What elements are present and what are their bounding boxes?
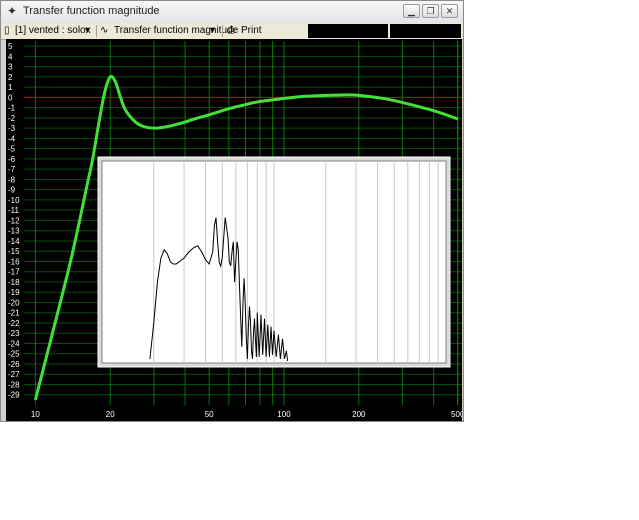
y-tick-label: -12 bbox=[8, 216, 20, 225]
minimize-icon: ▁ bbox=[408, 6, 415, 16]
close-button[interactable]: ✕ bbox=[441, 4, 458, 18]
y-tick-label: -20 bbox=[8, 298, 20, 307]
toolbar-separator bbox=[96, 25, 97, 37]
y-tick-label: -25 bbox=[8, 350, 20, 359]
y-tick-label: 4 bbox=[8, 52, 13, 61]
device-selector[interactable]: [1] vented : solox bbox=[15, 24, 91, 38]
y-tick-label: -29 bbox=[8, 391, 20, 400]
y-tick-label: -17 bbox=[8, 268, 20, 277]
inset-chart bbox=[97, 156, 451, 368]
y-tick-label: -14 bbox=[8, 237, 20, 246]
x-tick-label: 10 bbox=[31, 410, 40, 419]
transfer-function-icon: ∿ bbox=[100, 25, 109, 36]
transfer-function-chart: 543210-1-2-3-4-5-6-7-8-9-10-11-12-13-14-… bbox=[8, 41, 465, 419]
y-tick-label: -15 bbox=[8, 247, 20, 256]
y-tick-label: -27 bbox=[8, 370, 20, 379]
y-tick-label: -13 bbox=[8, 227, 20, 236]
minimize-button[interactable]: ▁ bbox=[403, 4, 420, 18]
y-tick-label: -4 bbox=[8, 134, 16, 143]
y-tick-label: 5 bbox=[8, 42, 13, 51]
view-selector[interactable]: Transfer function magnitude bbox=[114, 24, 238, 38]
y-tick-label: -11 bbox=[8, 206, 20, 215]
toolbar: ▯ [1] vented : solox ▾ ∿ Transfer functi… bbox=[1, 23, 463, 40]
x-tick-label: 200 bbox=[352, 410, 366, 419]
toolbar-separator bbox=[222, 25, 223, 37]
window-title: Transfer function magnitude bbox=[23, 5, 160, 17]
close-icon: ✕ bbox=[445, 6, 454, 16]
print-button[interactable]: Print bbox=[241, 24, 262, 38]
x-tick-label: 100 bbox=[277, 410, 291, 419]
y-tick-label: -10 bbox=[8, 196, 20, 205]
y-tick-label: -8 bbox=[8, 175, 16, 184]
y-tick-label: -3 bbox=[8, 124, 16, 133]
y-tick-label: -9 bbox=[8, 186, 16, 195]
x-tick-label: 50 bbox=[205, 410, 214, 419]
restore-button[interactable]: ❐ bbox=[422, 4, 439, 18]
y-tick-label: -28 bbox=[8, 380, 20, 389]
title-bar[interactable]: ✦ Transfer function magnitude ▁ ❐ ✕ bbox=[1, 1, 463, 24]
y-tick-label: -7 bbox=[8, 165, 16, 174]
status-box-right bbox=[390, 24, 461, 38]
printer-icon: ⎙ bbox=[227, 25, 235, 36]
y-tick-label: -16 bbox=[8, 257, 20, 266]
x-tick-label: 500 bbox=[451, 410, 462, 419]
y-tick-label: 3 bbox=[8, 63, 13, 72]
transfer-function-window: ✦ Transfer function magnitude ▁ ❐ ✕ ▯ [1… bbox=[0, 0, 465, 422]
y-tick-label: -6 bbox=[8, 155, 16, 164]
device-icon: ▯ bbox=[4, 25, 10, 36]
y-tick-label: -1 bbox=[8, 104, 16, 113]
y-tick-label: -26 bbox=[8, 360, 20, 369]
y-tick-label: 2 bbox=[8, 73, 13, 82]
y-tick-label: -19 bbox=[8, 288, 20, 297]
plot-area: 5 4 3 2 1 0 -1 -2 -3 -4 -5 -6 -7 -8 -9 -10 -11 -12 -13 -14-… bbox=[6, 39, 465, 421]
x-tick-label: 20 bbox=[106, 410, 115, 419]
y-tick-label: -23 bbox=[8, 329, 20, 338]
y-tick-label: 1 bbox=[8, 83, 13, 92]
y-tick-label: -18 bbox=[8, 278, 20, 287]
device-dropdown-chevron-icon[interactable]: ▾ bbox=[85, 24, 90, 38]
view-dropdown-chevron-icon[interactable]: ▾ bbox=[210, 24, 215, 38]
y-tick-label: -22 bbox=[8, 319, 20, 328]
status-box-left bbox=[308, 24, 388, 38]
y-tick-label: -21 bbox=[8, 309, 20, 318]
y-tick-label: -5 bbox=[8, 145, 16, 154]
pin-icon[interactable]: ✦ bbox=[7, 5, 19, 17]
y-tick-label: -2 bbox=[8, 114, 16, 123]
y-tick-label: -24 bbox=[8, 339, 20, 348]
y-tick-label: 0 bbox=[8, 93, 13, 102]
restore-icon: ❐ bbox=[426, 6, 435, 16]
